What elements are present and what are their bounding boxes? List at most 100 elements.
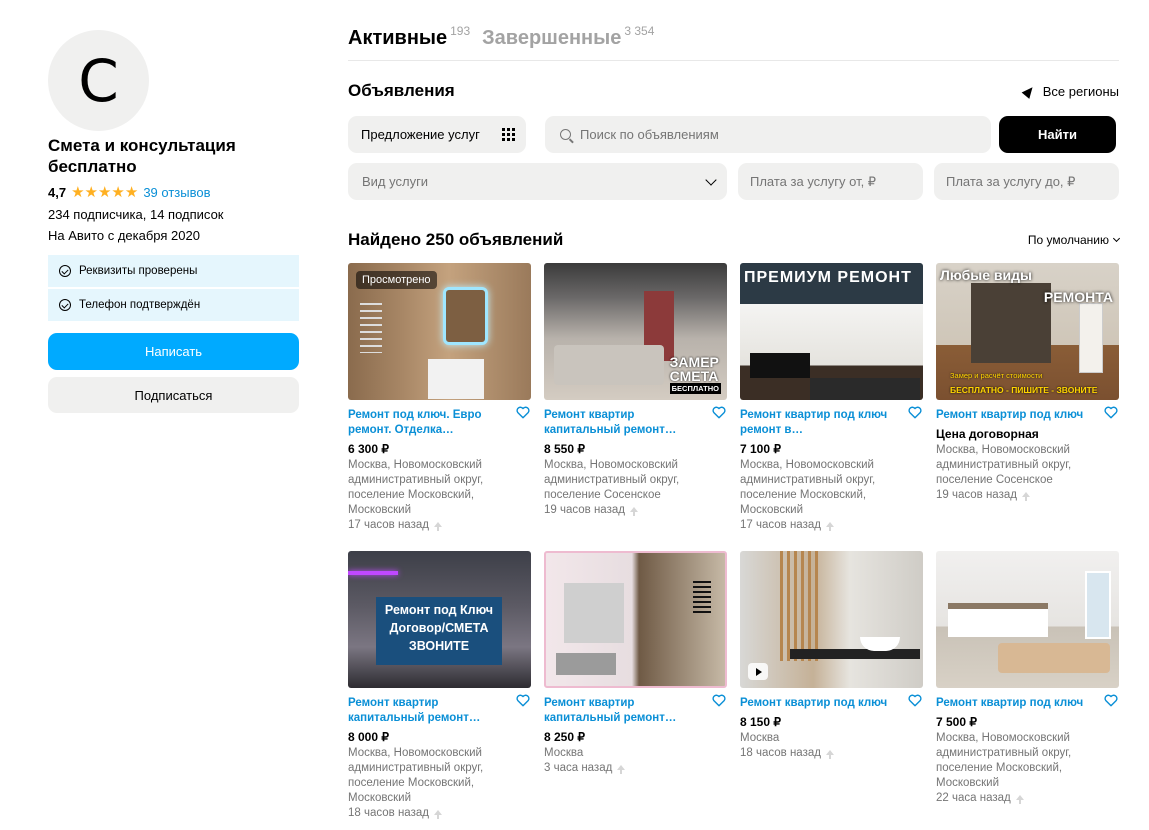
avatar[interactable]: С xyxy=(48,30,149,131)
heart-icon[interactable] xyxy=(1104,406,1118,419)
sort-selector[interactable]: По умолчанию xyxy=(1027,233,1121,247)
listing-card[interactable]: Ремонт под Ключ Договор/СМЕТА ЗВОНИТЕ Ре… xyxy=(348,551,531,821)
heart-icon[interactable] xyxy=(908,694,922,707)
heart-icon[interactable] xyxy=(712,694,726,707)
listing-title[interactable]: Ремонт квартир под ключ xyxy=(936,408,1086,423)
heart-icon[interactable] xyxy=(1104,694,1118,707)
listing-card[interactable]: ЗАМЕР СМЕТА БЕСПЛАТНО Ремонт квартир кап… xyxy=(544,263,727,551)
viewed-badge: Просмотрено xyxy=(356,271,437,289)
listing-time: 19 часов назад xyxy=(544,503,727,518)
category-label: Предложение услуг xyxy=(361,127,480,142)
listing-card[interactable]: Ремонт квартир под ключ 8 150 ₽ Москва 1… xyxy=(740,551,923,821)
listing-price: 6 300 ₽ xyxy=(348,442,389,456)
promoted-arrow-icon xyxy=(433,810,442,819)
image-caption: БЕСПЛАТНО - ПИШИТЕ - ЗВОНИТЕ xyxy=(950,385,1098,395)
region-label: Все регионы xyxy=(1042,83,1119,99)
heart-icon[interactable] xyxy=(516,694,530,707)
subscribe-button[interactable]: Подписаться xyxy=(48,377,299,413)
listing-tabs: Активные 193 Завершенные 3 354 xyxy=(348,0,1119,61)
badge-label: Телефон подтверждён xyxy=(79,299,201,311)
listing-card[interactable]: Любые виды РЕМОНТА Замер и расчёт стоимо… xyxy=(936,263,1119,551)
listing-title[interactable]: Ремонт квартир под ключ xyxy=(936,696,1086,711)
listing-location: Москва, Новомосковский административный … xyxy=(348,459,484,516)
listing-image[interactable]: Ремонт под Ключ Договор/СМЕТА ЗВОНИТЕ xyxy=(348,551,531,688)
listing-title[interactable]: Ремонт квартир под ключ xyxy=(740,696,890,711)
tab-count: 193 xyxy=(450,24,471,38)
search-field[interactable] xyxy=(545,116,991,153)
listing-price: 8 150 ₽ xyxy=(740,715,781,729)
heart-icon[interactable] xyxy=(908,406,922,419)
price-from-input[interactable] xyxy=(750,174,910,189)
listing-image[interactable] xyxy=(936,551,1119,688)
listing-card[interactable]: ПРЕМИУМ РЕМОНТ Ремонт квартир под ключ р… xyxy=(740,263,923,551)
search-input[interactable] xyxy=(580,127,960,142)
category-select[interactable]: Предложение услуг xyxy=(348,116,526,153)
badge-label: Реквизиты проверены xyxy=(79,265,198,277)
listing-location: Москва, Новомосковский административный … xyxy=(936,444,1072,486)
sort-label: По умолчанию xyxy=(1027,233,1109,247)
rating-row: 4,7 ★★★★★ 39 отзывов xyxy=(48,183,299,201)
listing-title[interactable]: Ремонт квартир капитальный ремонт… xyxy=(348,696,498,726)
listing-title[interactable]: Ремонт квартир под ключ ремонт в… xyxy=(740,408,890,438)
listing-location: Москва, Новомосковский административный … xyxy=(936,732,1072,789)
subscribers-info: 234 подписчика, 14 подписок xyxy=(48,207,224,222)
image-caption: ЗАМЕР СМЕТА БЕСПЛАТНО xyxy=(669,354,721,394)
reviews-link[interactable]: 39 отзывов xyxy=(143,185,210,200)
listing-title[interactable]: Ремонт квартир капитальный ремонт… xyxy=(544,696,694,726)
listing-time: 18 часов назад xyxy=(348,806,531,821)
promoted-arrow-icon xyxy=(825,750,834,759)
listing-title[interactable]: Ремонт квартир капитальный ремонт… xyxy=(544,408,694,438)
image-caption: ПРЕМИУМ РЕМОНТ xyxy=(744,269,912,286)
listing-price: 7 100 ₽ xyxy=(740,442,781,456)
listing-time: 17 часов назад xyxy=(740,518,923,533)
tab-completed[interactable]: Завершенные 3 354 xyxy=(482,24,654,50)
listing-image[interactable]: ЗАМЕР СМЕТА БЕСПЛАТНО xyxy=(544,263,727,400)
promoted-arrow-icon xyxy=(617,765,626,774)
main-content: Активные 193 Завершенные 3 354 Объявления … xyxy=(348,0,1121,821)
promoted-arrow-icon xyxy=(629,507,638,516)
listing-image[interactable] xyxy=(740,551,923,688)
image-caption: Ремонт под Ключ Договор/СМЕТА ЗВОНИТЕ xyxy=(376,597,502,665)
service-type-label: Вид услуги xyxy=(362,174,429,189)
results-header: Найдено 250 объявлений По умолчанию xyxy=(348,230,1121,250)
seller-profile: С Смета и консультация бесплатно 4,7 ★★★… xyxy=(48,30,299,413)
write-message-button[interactable]: Написать xyxy=(48,333,299,370)
heart-icon[interactable] xyxy=(712,406,726,419)
listing-card[interactable]: Ремонт квартир капитальный ремонт… 8 250… xyxy=(544,551,727,821)
price-to-input[interactable] xyxy=(946,174,1106,189)
promoted-arrow-icon xyxy=(1021,492,1030,501)
listing-image[interactable] xyxy=(544,551,727,688)
listing-price: 8 550 ₽ xyxy=(544,442,585,456)
tab-active[interactable]: Активные 193 xyxy=(348,24,470,50)
tab-label: Завершенные xyxy=(482,27,622,49)
listing-time: 19 часов назад xyxy=(936,488,1119,503)
listings-grid: Просмотрено Ремонт под ключ. Евро ремонт… xyxy=(348,263,1119,821)
video-play-icon xyxy=(748,663,768,680)
listing-image[interactable]: Просмотрено xyxy=(348,263,531,400)
rating-value: 4,7 xyxy=(48,184,67,200)
verification-badges: Реквизиты проверены Телефон подтверждён xyxy=(48,255,299,321)
badge-phone-verified: Телефон подтверждён xyxy=(48,289,299,321)
region-selector[interactable]: Все регионы xyxy=(1021,83,1119,99)
find-button[interactable]: Найти xyxy=(999,116,1116,153)
listing-time: 18 часов назад xyxy=(740,746,923,761)
price-from-field[interactable] xyxy=(738,163,923,200)
search-bar: Предложение услуг Найти xyxy=(348,116,1119,153)
listing-title[interactable]: Ремонт под ключ. Евро ремонт. Отделка… xyxy=(348,408,498,438)
listing-card[interactable]: Просмотрено Ремонт под ключ. Евро ремонт… xyxy=(348,263,531,551)
check-circle-icon xyxy=(59,299,71,311)
price-to-field[interactable] xyxy=(934,163,1119,200)
filter-row: Вид услуги xyxy=(348,163,1119,200)
listing-card[interactable]: Ремонт квартир под ключ 7 500 ₽ Москва, … xyxy=(936,551,1119,821)
tab-label: Активные xyxy=(348,27,448,49)
image-caption: Любые виды xyxy=(940,267,1032,283)
results-count: Найдено 250 объявлений xyxy=(348,230,564,249)
service-type-select[interactable]: Вид услуги xyxy=(348,163,727,200)
listing-price: Цена договорная xyxy=(936,427,1039,441)
promoted-arrow-icon xyxy=(825,522,834,531)
listing-price: 7 500 ₽ xyxy=(936,715,977,729)
listing-image[interactable]: ПРЕМИУМ РЕМОНТ xyxy=(740,263,923,400)
heart-icon[interactable] xyxy=(516,406,530,419)
listing-location: Москва, Новомосковский административный … xyxy=(740,459,876,516)
listing-image[interactable]: Любые виды РЕМОНТА Замер и расчёт стоимо… xyxy=(936,263,1119,400)
